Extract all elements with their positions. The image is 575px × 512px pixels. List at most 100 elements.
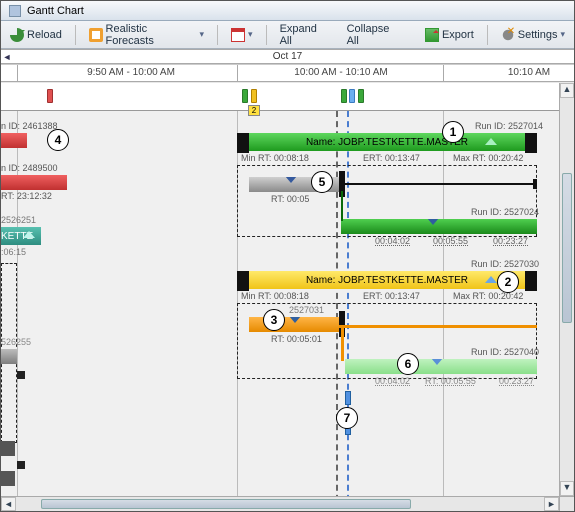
- overview-marker: [349, 89, 355, 103]
- export-button[interactable]: Export: [420, 25, 479, 45]
- prev-date-button[interactable]: ◄: [1, 52, 13, 62]
- stat-label: 00:23:27: [493, 236, 528, 246]
- stat-label: Min RT: 00:08:18: [241, 291, 309, 301]
- expand-icon[interactable]: [485, 138, 497, 145]
- date-label: Oct 17: [13, 51, 562, 62]
- scroll-up-button[interactable]: ▲: [560, 83, 574, 98]
- scroll-thumb[interactable]: [41, 499, 411, 509]
- bar-endcap: [237, 271, 249, 291]
- range-tick: [533, 179, 537, 189]
- task-bar[interactable]: [1, 175, 67, 190]
- expand-icon[interactable]: [485, 276, 497, 283]
- forecasts-button[interactable]: Realistic Forecasts▾: [84, 20, 209, 50]
- task-bar[interactable]: [1, 133, 27, 148]
- task-bar[interactable]: [1, 441, 15, 456]
- overview-marker: [358, 89, 364, 103]
- marker-icon: [431, 359, 443, 365]
- time-tick: [345, 391, 351, 405]
- group-header-bar[interactable]: KETTE: [1, 227, 41, 245]
- run-id-label: Run ID: 2527030: [471, 259, 539, 269]
- window-title: Gantt Chart: [27, 5, 84, 17]
- stat-label: ERT: 00:13:47: [363, 291, 420, 301]
- separator: [75, 25, 76, 45]
- overview-marker: [47, 89, 53, 103]
- date-header: ◄ Oct 17 ►: [1, 49, 574, 64]
- separator: [487, 25, 488, 45]
- run-id-label: Run ID: 2527040: [471, 347, 539, 357]
- bar-endcap: [525, 271, 537, 291]
- gantt-chart[interactable]: 2 n ID: 2461388 n ID: 2489500 RT: 23:12:…: [1, 83, 574, 511]
- collapse-label: Collapse All: [347, 23, 403, 47]
- task-bar[interactable]: [345, 359, 537, 374]
- reload-label: Reload: [27, 29, 62, 41]
- run-id-label: 2527031: [289, 305, 324, 315]
- callout: 2: [497, 271, 519, 293]
- bar-endcap: [525, 133, 537, 153]
- expand-icon[interactable]: [23, 231, 35, 238]
- run-id-label: n ID: 2461388: [1, 121, 58, 131]
- export-icon: [425, 28, 439, 42]
- time-slot: 10:10 AM: [508, 67, 550, 78]
- time-header: 9:50 AM - 10:00 AM 10:00 AM - 10:10 AM 1…: [1, 64, 574, 82]
- chevron-down-icon: ▾: [560, 29, 565, 40]
- stat-label: 00:05:55: [433, 236, 468, 246]
- group-label: Name: JOBP.TESTKETTE.MASTER: [306, 275, 468, 286]
- run-id-label: n ID: 2489500: [1, 163, 58, 173]
- connector: [341, 191, 343, 221]
- stat-label: 00:23:27: [499, 376, 534, 386]
- callout: 3: [263, 309, 285, 331]
- overview-strip[interactable]: 2: [1, 83, 574, 111]
- marker-icon: [289, 317, 301, 323]
- scroll-down-button[interactable]: ▼: [560, 481, 574, 496]
- group-header-bar[interactable]: Name: JOBP.TESTKETTE.MASTER: [249, 133, 525, 151]
- separator: [266, 25, 267, 45]
- rt-label: RT: 00:05:01: [271, 334, 322, 344]
- forecast-icon: [89, 28, 103, 42]
- callout: 5: [311, 171, 333, 193]
- run-id-label: Run ID: 2527014: [475, 121, 543, 131]
- rt-label: RT: 00:05: [271, 194, 309, 204]
- task-bar[interactable]: [341, 219, 537, 234]
- settings-button[interactable]: Settings▾: [496, 25, 570, 45]
- connector: [17, 461, 25, 469]
- overview-marker: [242, 89, 248, 103]
- calendar-icon: [231, 28, 245, 42]
- group-header-bar[interactable]: Name: JOBP.TESTKETTE.MASTER: [249, 271, 525, 289]
- task-bar[interactable]: [1, 471, 15, 486]
- gantt-icon: [9, 5, 21, 17]
- reload-button[interactable]: Reload: [5, 25, 67, 45]
- collapse-all-button[interactable]: Collapse All: [342, 20, 408, 50]
- stat-label: Min RT: 00:08:18: [241, 153, 309, 163]
- overview-marker: [341, 89, 347, 103]
- time-slot: 9:50 AM - 10:00 AM: [87, 67, 175, 78]
- rt-label: :06:15: [1, 247, 26, 257]
- scroll-thumb[interactable]: [562, 173, 572, 323]
- horizontal-scrollbar[interactable]: ◄ ►: [1, 496, 559, 511]
- chevron-down-icon: ▾: [248, 29, 253, 40]
- chevron-down-icon: ▾: [200, 29, 205, 40]
- stat-label: RT: 00:05:55: [425, 376, 476, 386]
- rt-label: RT: 23:12:32: [1, 191, 52, 201]
- callout: 1: [442, 121, 464, 143]
- callout: 4: [47, 129, 69, 151]
- stat-label: ERT: 00:13:47: [363, 153, 420, 163]
- reload-icon: [10, 28, 24, 42]
- run-id-label: 526255: [1, 337, 31, 347]
- task-bar[interactable]: [1, 349, 17, 364]
- scroll-left-button[interactable]: ◄: [1, 497, 16, 511]
- expand-label: Expand All: [280, 23, 331, 47]
- calendar-button[interactable]: ▾: [226, 25, 258, 45]
- vertical-scrollbar[interactable]: ▲ ▼: [559, 83, 574, 496]
- callout: 7: [336, 407, 358, 429]
- scroll-right-button[interactable]: ►: [544, 497, 559, 511]
- stat-label: Max RT: 00:20:42: [453, 291, 523, 301]
- scroll-corner: [559, 496, 574, 511]
- forecasts-label: Realistic Forecasts: [106, 23, 197, 47]
- expand-all-button[interactable]: Expand All: [275, 20, 336, 50]
- stat-label: 00:04:02: [375, 376, 410, 386]
- connector: [341, 325, 344, 361]
- window-titlebar: Gantt Chart: [1, 1, 574, 21]
- settings-label: Settings: [518, 29, 558, 41]
- gantt-body[interactable]: n ID: 2461388 n ID: 2489500 RT: 23:12:32…: [1, 111, 574, 511]
- run-id-label: Run ID: 2527024: [471, 207, 539, 217]
